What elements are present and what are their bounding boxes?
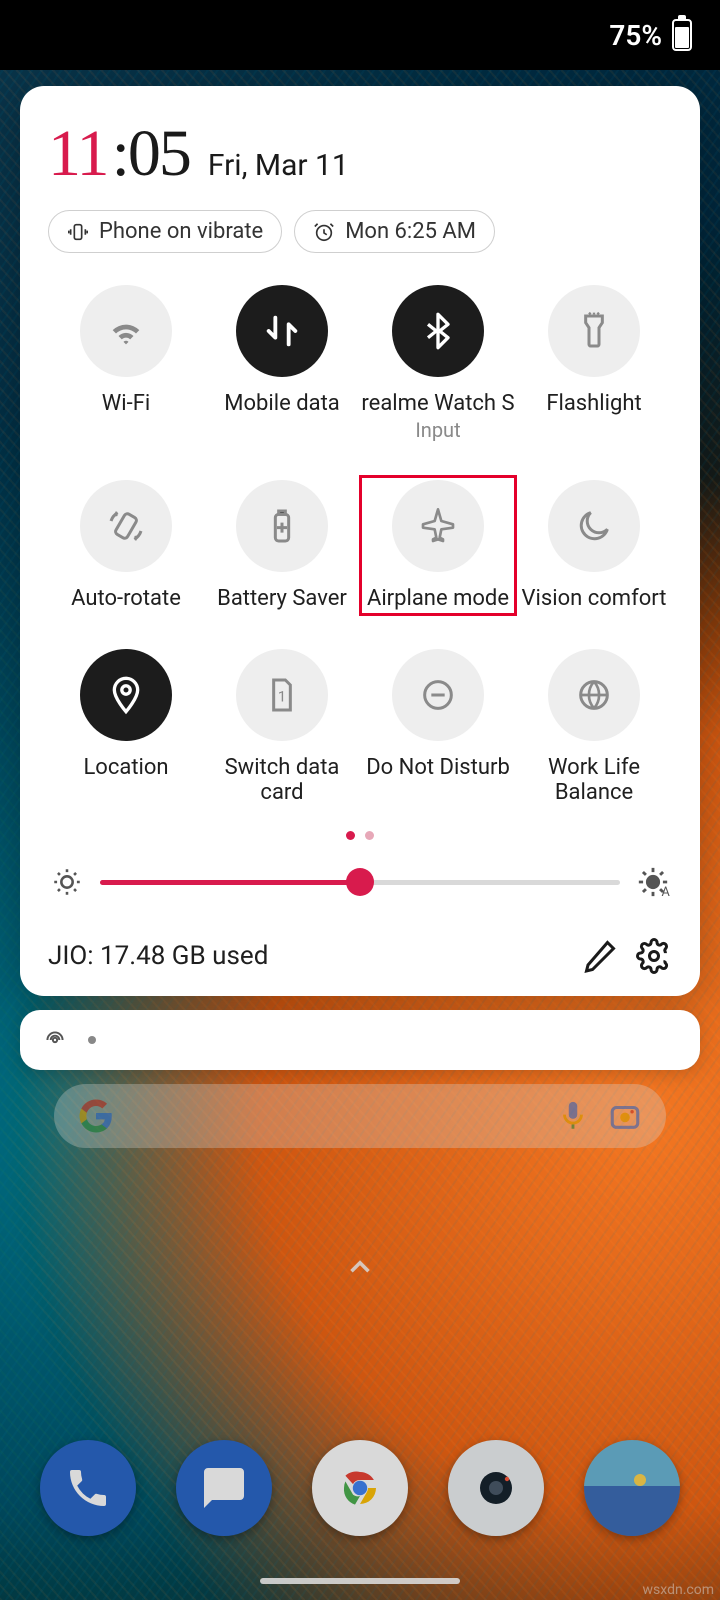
watermark: wsxdn.com bbox=[643, 1582, 714, 1598]
drawer-handle-icon[interactable] bbox=[343, 1250, 377, 1288]
lens-icon[interactable] bbox=[608, 1099, 642, 1133]
tile-vision-comfort[interactable]: Vision comfort bbox=[516, 476, 672, 615]
tile-label: Vision comfort bbox=[522, 586, 667, 611]
tile-wifi[interactable]: Wi-Fi bbox=[48, 281, 204, 446]
battery-percent: 75% bbox=[609, 19, 662, 52]
alarm-chip[interactable]: Mon 6:25 AM bbox=[294, 210, 495, 253]
vibrate-icon bbox=[67, 221, 89, 243]
data-icon bbox=[236, 285, 328, 377]
mic-icon[interactable] bbox=[556, 1099, 590, 1133]
tile-label: realme Watch S bbox=[361, 391, 514, 416]
tile-label: Airplane mode bbox=[367, 586, 509, 611]
brightness-row: A bbox=[48, 854, 672, 924]
brightness-low-icon bbox=[50, 865, 84, 899]
tile-label: Flashlight bbox=[546, 391, 641, 416]
tile-dnd[interactable]: Do Not Disturb bbox=[360, 645, 516, 809]
alarm-chip-label: Mon 6:25 AM bbox=[345, 219, 476, 244]
gallery-app[interactable] bbox=[584, 1440, 680, 1536]
wifi-icon bbox=[80, 285, 172, 377]
tile-label: Mobile data bbox=[224, 391, 339, 416]
location-icon bbox=[80, 649, 172, 741]
airplane-icon bbox=[392, 480, 484, 572]
pager-dot[interactable] bbox=[365, 831, 374, 840]
tile-flashlight[interactable]: Flashlight bbox=[516, 281, 672, 446]
tile-label: Wi-Fi bbox=[102, 391, 150, 416]
home-screen: wsxdn.com bbox=[0, 1070, 720, 1600]
tile-bluetooth[interactable]: realme Watch SInput bbox=[360, 281, 516, 446]
battery-icon bbox=[672, 19, 692, 51]
google-icon bbox=[78, 1098, 114, 1134]
page-indicator[interactable] bbox=[48, 831, 672, 840]
vibrate-chip-label: Phone on vibrate bbox=[99, 219, 263, 244]
status-chips: Phone on vibrate Mon 6:25 AM bbox=[48, 210, 672, 253]
tile-label: Battery Saver bbox=[217, 586, 347, 611]
tile-label: Do Not Disturb bbox=[366, 755, 510, 780]
tile-label: Work Life Balance bbox=[516, 755, 672, 805]
bluetooth-icon bbox=[392, 285, 484, 377]
phone-app[interactable] bbox=[40, 1440, 136, 1536]
tile-label: Location bbox=[83, 755, 168, 780]
flashlight-icon bbox=[548, 285, 640, 377]
tile-label: Auto-rotate bbox=[71, 586, 181, 611]
camera-app[interactable] bbox=[448, 1440, 544, 1536]
hotspot-icon bbox=[42, 1027, 68, 1053]
messages-app[interactable] bbox=[176, 1440, 272, 1536]
notification-collapsed[interactable] bbox=[20, 1010, 700, 1070]
google-search-bar[interactable] bbox=[54, 1084, 666, 1148]
alarm-clock-icon bbox=[313, 221, 335, 243]
edit-icon[interactable] bbox=[582, 938, 618, 974]
globe-icon bbox=[548, 649, 640, 741]
tile-label: Switch data card bbox=[204, 755, 360, 805]
batterysaver-icon bbox=[236, 480, 328, 572]
clock-hours: 11 bbox=[48, 116, 108, 192]
svg-text:A: A bbox=[662, 885, 671, 899]
tile-work-life[interactable]: Work Life Balance bbox=[516, 645, 672, 809]
dock bbox=[0, 1440, 720, 1536]
dnd-icon bbox=[392, 649, 484, 741]
quick-settings-panel: 11 :05 Fri, Mar 11 Phone on vibrate Mon … bbox=[20, 86, 700, 996]
tile-mobile-data[interactable]: Mobile data bbox=[204, 281, 360, 446]
notif-dot-icon bbox=[88, 1036, 96, 1044]
brightness-slider[interactable] bbox=[100, 862, 620, 902]
chrome-app[interactable] bbox=[312, 1440, 408, 1536]
home-indicator[interactable] bbox=[260, 1578, 460, 1584]
slider-thumb[interactable] bbox=[346, 868, 374, 896]
tile-auto-rotate[interactable]: Auto-rotate bbox=[48, 476, 204, 615]
settings-icon[interactable] bbox=[636, 938, 672, 974]
clock-row[interactable]: 11 :05 Fri, Mar 11 bbox=[48, 116, 672, 192]
tile-airplane-mode[interactable]: Airplane mode bbox=[360, 476, 516, 615]
tile-sublabel: Input bbox=[415, 418, 460, 442]
sim-icon bbox=[236, 649, 328, 741]
clock-minutes: :05 bbox=[112, 116, 190, 192]
moon-icon bbox=[548, 480, 640, 572]
slider-fill bbox=[100, 880, 360, 885]
pager-dot[interactable] bbox=[346, 831, 355, 840]
rotate-icon bbox=[80, 480, 172, 572]
tile-grid: Wi-Fi Mobile data realme Watch SInput Flash… bbox=[48, 281, 672, 809]
tile-location[interactable]: Location bbox=[48, 645, 204, 809]
tile-battery-saver[interactable]: Battery Saver bbox=[204, 476, 360, 615]
tile-switch-data[interactable]: Switch data card bbox=[204, 645, 360, 809]
data-usage-label[interactable]: JIO: 17.48 GB used bbox=[48, 941, 564, 971]
brightness-auto-icon: A bbox=[636, 865, 670, 899]
status-bar: 75% bbox=[0, 0, 720, 70]
date-label: Fri, Mar 11 bbox=[208, 148, 349, 183]
vibrate-chip[interactable]: Phone on vibrate bbox=[48, 210, 282, 253]
panel-footer: JIO: 17.48 GB used bbox=[48, 924, 672, 974]
